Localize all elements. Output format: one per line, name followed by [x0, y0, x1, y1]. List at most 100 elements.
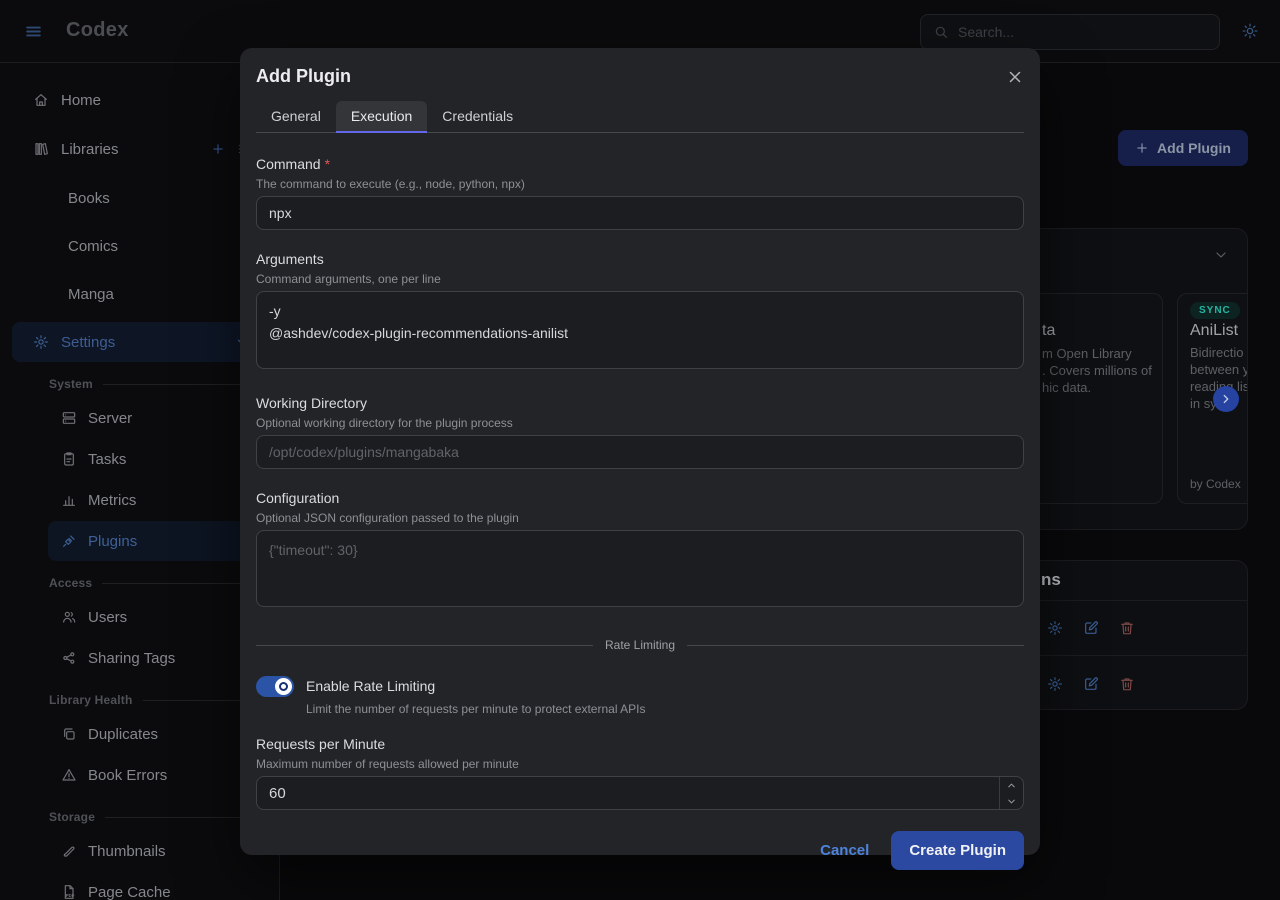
- sidebar-item-metrics[interactable]: Metrics: [0, 480, 279, 520]
- sidebar-item-duplicates[interactable]: Duplicates: [0, 714, 279, 754]
- enable-rate-limiting-toggle[interactable]: [256, 676, 294, 697]
- enable-rate-limiting-row: Enable Rate Limiting Limit the number of…: [256, 676, 1024, 718]
- enable-rate-limiting-description: Limit the number of requests per minute …: [306, 701, 646, 718]
- create-plugin-button[interactable]: Create Plugin: [891, 831, 1024, 870]
- sidebar-item-libraries[interactable]: Libraries: [0, 129, 279, 169]
- close-icon[interactable]: [1006, 68, 1024, 86]
- enable-rate-limiting-label: Enable Rate Limiting: [306, 676, 646, 697]
- working-directory-hint: Optional working directory for the plugi…: [256, 415, 1024, 432]
- command-field-group: Command* The command to execute (e.g., n…: [256, 156, 1024, 230]
- sidebar: Home Libraries Books Comics Manga Settin…: [0, 63, 280, 900]
- arguments-label: Arguments: [256, 251, 1024, 268]
- plugin-card-title: AniList: [1190, 322, 1238, 340]
- copy-icon: [61, 726, 77, 742]
- search-box[interactable]: [920, 14, 1220, 50]
- sidebar-item-home[interactable]: Home: [0, 80, 279, 120]
- search-input[interactable]: [958, 24, 1207, 40]
- carousel-next-button[interactable]: [1213, 386, 1239, 412]
- users-icon: [61, 609, 77, 625]
- sidebar-item-label: Settings: [61, 334, 115, 351]
- gear-icon[interactable]: [1047, 620, 1063, 636]
- app-title: Codex: [66, 19, 129, 42]
- brush-icon: [61, 843, 77, 859]
- library-icon: [33, 141, 49, 157]
- sidebar-section-storage: Storage: [0, 810, 279, 824]
- rate-limiting-divider: Rate Limiting: [256, 638, 1024, 652]
- sidebar-item-tasks[interactable]: Tasks: [0, 439, 279, 479]
- tab-general[interactable]: General: [256, 101, 336, 133]
- sidebar-item-label: Metrics: [88, 492, 136, 509]
- plug-icon: [61, 533, 77, 549]
- modal-title: Add Plugin: [256, 66, 351, 87]
- sidebar-item-server[interactable]: Server: [0, 398, 279, 438]
- bar-chart-icon: [61, 492, 77, 508]
- tab-execution[interactable]: Execution: [336, 101, 427, 133]
- configuration-label: Configuration: [256, 490, 1024, 507]
- requests-per-minute-input[interactable]: [257, 777, 999, 809]
- sidebar-item-label: Tasks: [88, 451, 126, 468]
- sidebar-item-comics[interactable]: Comics: [0, 226, 279, 266]
- arguments-field-group: Arguments Command arguments, one per lin…: [256, 251, 1024, 374]
- working-directory-input[interactable]: [256, 435, 1024, 469]
- sidebar-item-label: Users: [88, 609, 127, 626]
- requests-per-minute-label: Requests per Minute: [256, 736, 1024, 753]
- gear-icon[interactable]: [1047, 676, 1063, 692]
- sidebar-item-manga[interactable]: Manga: [0, 274, 279, 314]
- spinner-up-icon[interactable]: [1000, 777, 1023, 793]
- configuration-textarea[interactable]: [256, 530, 1024, 607]
- arguments-hint: Command arguments, one per line: [256, 271, 1024, 288]
- spinner-down-icon[interactable]: [1000, 793, 1023, 809]
- trash-icon[interactable]: [1119, 676, 1135, 692]
- working-directory-label: Working Directory: [256, 395, 1024, 412]
- home-icon: [33, 92, 49, 108]
- sidebar-item-label: Libraries: [61, 141, 119, 158]
- sidebar-item-settings[interactable]: Settings: [12, 322, 279, 362]
- hamburger-menu-icon[interactable]: [24, 22, 43, 41]
- sidebar-item-label: Server: [88, 410, 132, 427]
- server-icon: [61, 410, 77, 426]
- plugin-card-byline: by Codex: [1190, 477, 1241, 491]
- sidebar-item-label: Page Cache: [88, 884, 171, 900]
- sidebar-item-label: Books: [68, 190, 110, 207]
- sidebar-item-users[interactable]: Users: [0, 597, 279, 637]
- toggle-knob: [275, 678, 292, 695]
- sidebar-section-system: System: [0, 377, 279, 391]
- cancel-button[interactable]: Cancel: [820, 842, 869, 859]
- sidebar-item-book-errors[interactable]: Book Errors: [0, 755, 279, 795]
- sidebar-item-thumbnails[interactable]: Thumbnails: [0, 831, 279, 871]
- add-library-plus-icon[interactable]: [211, 142, 225, 156]
- chevron-down-icon[interactable]: [1213, 247, 1229, 263]
- requests-per-minute-field-group: Requests per Minute Maximum number of re…: [256, 736, 1024, 810]
- sidebar-item-label: Duplicates: [88, 726, 158, 743]
- edit-pencil-icon[interactable]: [1083, 676, 1099, 692]
- sidebar-item-books[interactable]: Books: [0, 178, 279, 218]
- sidebar-item-label: Book Errors: [88, 767, 167, 784]
- sidebar-section-access: Access: [0, 576, 279, 590]
- sidebar-item-sharing-tags[interactable]: Sharing Tags: [0, 638, 279, 678]
- add-plugin-button[interactable]: Add Plugin: [1118, 130, 1248, 166]
- modal-header: Add Plugin: [240, 48, 1040, 87]
- command-input[interactable]: [256, 196, 1024, 230]
- configuration-hint: Optional JSON configuration passed to th…: [256, 510, 1024, 527]
- sidebar-item-label: Thumbnails: [88, 843, 166, 860]
- edit-pencil-icon[interactable]: [1083, 620, 1099, 636]
- plugin-card-description: m Open Library . Covers millions of hic …: [1042, 345, 1152, 396]
- sidebar-item-page-cache[interactable]: PDF Page Cache: [0, 872, 279, 900]
- trash-icon[interactable]: [1119, 620, 1135, 636]
- sidebar-section-library-health: Library Health: [0, 693, 279, 707]
- sidebar-item-label: Home: [61, 92, 101, 109]
- clipboard-icon: [61, 451, 77, 467]
- sidebar-item-label: Plugins: [88, 533, 137, 550]
- sidebar-item-label: Comics: [68, 238, 118, 255]
- add-plugin-modal: Add Plugin General Execution Credentials…: [240, 48, 1040, 855]
- tab-credentials[interactable]: Credentials: [427, 101, 528, 133]
- arguments-textarea[interactable]: -y @ashdev/codex-plugin-recommendations-…: [256, 291, 1024, 369]
- configuration-field-group: Configuration Optional JSON configuratio…: [256, 490, 1024, 612]
- theme-toggle-sun-icon[interactable]: [1241, 22, 1259, 40]
- plugin-card-title: ta: [1042, 322, 1152, 340]
- requests-per-minute-hint: Maximum number of requests allowed per m…: [256, 756, 1024, 773]
- gear-icon: [33, 334, 49, 350]
- sync-badge: SYNC: [1190, 302, 1240, 319]
- pdf-file-icon: PDF: [61, 884, 77, 900]
- search-icon: [933, 24, 949, 40]
